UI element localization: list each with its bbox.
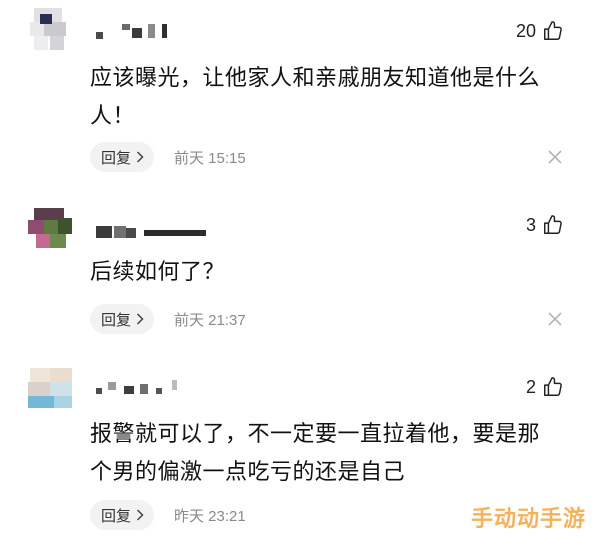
comment-text: 报警就可以了，不一定要一直拉着他，要是那个男的偏激一点吃亏的还是自己 <box>90 422 541 485</box>
like-button[interactable]: 3 <box>526 212 564 238</box>
comment-item: 20 应该曝光，让他家人和亲戚朋友知道他是什么人！ 回复 前天 15:15 <box>0 0 594 190</box>
close-icon[interactable] <box>548 150 562 164</box>
username-obscured[interactable] <box>96 24 176 40</box>
chevron-right-icon <box>136 313 144 325</box>
timestamp: 前天 15:15 <box>174 149 246 167</box>
thumbs-up-icon[interactable] <box>542 214 564 236</box>
close-icon[interactable] <box>548 312 562 326</box>
like-count: 20 <box>515 20 536 41</box>
reply-label: 回复 <box>101 148 132 167</box>
timestamp: 前天 21:37 <box>174 311 246 329</box>
comment-meta: 回复 前天 15:15 <box>90 142 246 172</box>
username-obscured[interactable] <box>96 380 186 396</box>
thumbs-up-icon[interactable] <box>542 20 564 42</box>
thumbs-up-icon[interactable] <box>542 376 564 398</box>
reply-button[interactable]: 回复 <box>90 142 155 172</box>
username-obscured[interactable] <box>96 224 206 240</box>
timestamp: 昨天 23:21 <box>174 507 246 525</box>
avatar[interactable] <box>26 364 76 414</box>
comment-text: 后续如何了？ <box>90 260 226 285</box>
like-button[interactable]: 2 <box>526 374 564 400</box>
like-count: 2 <box>525 376 536 397</box>
like-count: 3 <box>525 214 536 235</box>
reply-button[interactable]: 回复 <box>90 500 155 530</box>
comment-text: 应该曝光，让他家人和亲戚朋友知道他是什么人！ <box>90 66 541 129</box>
chevron-right-icon <box>136 509 144 521</box>
avatar[interactable] <box>26 204 76 254</box>
reply-label: 回复 <box>101 506 132 525</box>
watermark: 手动动手游 <box>470 507 586 532</box>
like-button[interactable]: 20 <box>516 18 564 44</box>
comment-meta: 回复 昨天 23:21 <box>90 500 246 530</box>
chevron-right-icon <box>136 151 144 163</box>
comment-item: 3 后续如何了？ 回复 前天 21:37 <box>0 190 594 350</box>
reply-button[interactable]: 回复 <box>90 304 155 334</box>
comment-meta: 回复 前天 21:37 <box>90 304 246 334</box>
reply-label: 回复 <box>101 310 132 329</box>
avatar[interactable] <box>26 6 76 56</box>
